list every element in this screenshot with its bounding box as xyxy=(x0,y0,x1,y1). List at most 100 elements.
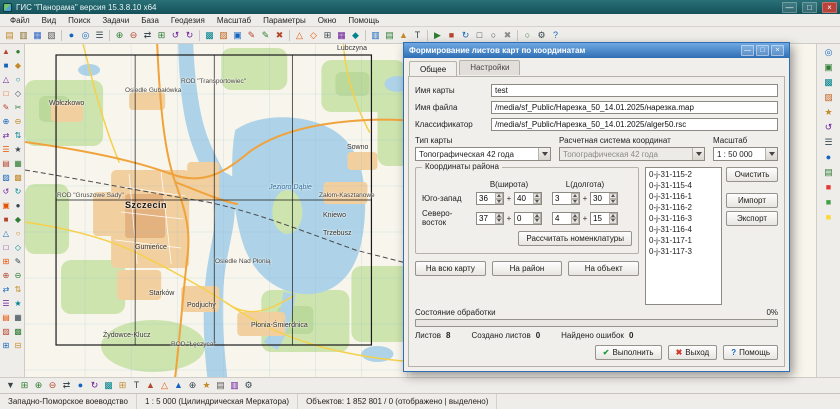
palette-red-icon[interactable]: ■ xyxy=(822,181,835,194)
measure-area-icon[interactable]: ◇ xyxy=(307,29,320,42)
measure-area-tool-icon[interactable]: ◆ xyxy=(12,213,24,226)
region-button[interactable]: На район xyxy=(492,261,563,276)
raster-tool-icon[interactable]: □ xyxy=(0,241,12,254)
clear-selection-icon[interactable]: ✖ xyxy=(501,29,514,42)
chevron-down-icon[interactable] xyxy=(538,148,550,160)
color-tool-icon[interactable]: ⊖ xyxy=(12,269,24,282)
dialog-titlebar[interactable]: Формирование листов карт по координатам … xyxy=(404,43,789,58)
nomenclature-item[interactable]: 0-j-31-116-1 xyxy=(649,191,718,202)
menu-item-параметры[interactable]: Параметры xyxy=(257,15,312,26)
buffer-zone-icon[interactable]: △ xyxy=(0,227,12,240)
print-icon[interactable]: ▧ xyxy=(45,29,58,42)
merge-objects-icon[interactable]: ★ xyxy=(12,143,24,156)
create-object-icon[interactable]: ✎ xyxy=(245,29,258,42)
stop-task-icon[interactable]: ■ xyxy=(445,29,458,42)
snap-mode-icon[interactable]: ▨ xyxy=(0,171,12,184)
zoom-out-icon[interactable]: ⊖ xyxy=(46,379,59,392)
pan-tool-icon[interactable]: ■ xyxy=(0,59,12,72)
attributes-icon[interactable]: ▣ xyxy=(0,199,12,212)
layer-up-icon[interactable]: ⇄ xyxy=(0,283,12,296)
move-object-icon[interactable]: ⇅ xyxy=(12,129,24,142)
chart-icon[interactable]: ▲ xyxy=(397,29,410,42)
measure-mode-icon[interactable]: △ xyxy=(158,379,171,392)
refresh-view-icon[interactable]: ↻ xyxy=(88,379,101,392)
classifier-input[interactable] xyxy=(491,118,778,131)
import-button[interactable]: Импорт xyxy=(726,193,778,208)
create-line-icon[interactable]: ○ xyxy=(12,73,24,86)
spinner-arrows-icon[interactable] xyxy=(571,193,579,204)
menu-item-база[interactable]: База xyxy=(135,15,165,26)
coordinates-icon[interactable]: ⊕ xyxy=(186,379,199,392)
spinner-arrows-icon[interactable] xyxy=(609,213,617,224)
sw-lon-min-spinner[interactable] xyxy=(590,192,618,205)
next-view-icon[interactable]: ↻ xyxy=(183,29,196,42)
tab-general[interactable]: Общее xyxy=(409,61,457,76)
distribute-objects-icon[interactable]: ▩ xyxy=(12,325,24,338)
export-button[interactable]: Экспорт xyxy=(726,211,778,226)
edit-node-icon[interactable]: ✎ xyxy=(0,101,12,114)
ne-lon-deg-spinner[interactable] xyxy=(552,212,580,225)
map-type-select[interactable]: Топографическая 42 года xyxy=(415,147,551,161)
menu-item-окно[interactable]: Окно xyxy=(312,15,343,26)
north-arrow-icon[interactable]: ▲ xyxy=(172,379,185,392)
find-tool-icon[interactable]: ● xyxy=(12,199,24,212)
vector-tool-icon[interactable]: ◇ xyxy=(12,241,24,254)
run-task-icon[interactable]: ▶ xyxy=(431,29,444,42)
tab-settings[interactable]: Настройки xyxy=(459,60,520,75)
ne-lon-min-spinner[interactable] xyxy=(590,212,618,225)
help-button[interactable]: ? Помощь xyxy=(723,345,778,360)
edit-object-icon[interactable]: ✎ xyxy=(259,29,272,42)
delete-object-icon[interactable]: ✖ xyxy=(273,29,286,42)
window-titlebar[interactable]: ГИС "Панорама" версия 15.3.8.10 x64 — □ … xyxy=(0,0,840,14)
lock-object-icon[interactable]: ☰ xyxy=(0,297,12,310)
settings-icon[interactable]: ⚙ xyxy=(535,29,548,42)
ne-lat-min-spinner[interactable] xyxy=(514,212,542,225)
menu-item-файл[interactable]: Файл xyxy=(4,15,36,26)
spinner-arrows-icon[interactable] xyxy=(533,193,541,204)
spinner-arrows-icon[interactable] xyxy=(495,213,503,224)
database-icon[interactable]: ▥ xyxy=(369,29,382,42)
dialog-maximize-button[interactable]: □ xyxy=(756,45,769,56)
object-button[interactable]: На объект xyxy=(568,261,639,276)
grid-toggle-icon[interactable]: ⊞ xyxy=(116,379,129,392)
topology-icon[interactable]: ▩ xyxy=(12,171,24,184)
select-icon[interactable]: ▲ xyxy=(0,45,12,58)
sw-lat-deg-spinner[interactable] xyxy=(476,192,504,205)
pan-icon[interactable]: ⇄ xyxy=(141,29,154,42)
find-object-icon[interactable]: ● xyxy=(65,29,78,42)
undo-icon[interactable]: ↺ xyxy=(0,185,12,198)
execute-button[interactable]: ✔ Выполнить xyxy=(595,345,662,360)
bookmarks-icon[interactable]: ★ xyxy=(822,106,835,119)
spinner-arrows-icon[interactable] xyxy=(571,213,579,224)
scale-select[interactable]: 1 : 50 000 xyxy=(713,147,778,161)
window-maximize-button[interactable]: □ xyxy=(802,2,817,13)
overlay-icon[interactable]: ○ xyxy=(12,227,24,240)
gps-icon[interactable]: ○ xyxy=(521,29,534,42)
menu-item-задачи[interactable]: Задачи xyxy=(96,15,135,26)
prev-view-icon[interactable]: ↺ xyxy=(169,29,182,42)
open-data-icon[interactable]: ▥ xyxy=(17,29,30,42)
nomenclature-item[interactable]: 0-j-31-115-2 xyxy=(649,169,718,180)
search-panel-icon[interactable]: ● xyxy=(822,151,835,164)
find-area-icon[interactable]: ◎ xyxy=(79,29,92,42)
nomenclature-item[interactable]: 0-j-31-116-3 xyxy=(649,213,718,224)
menu-item-геодезия[interactable]: Геодезия xyxy=(165,15,211,26)
menu-item-масштаб[interactable]: Масштаб xyxy=(211,15,257,26)
chevron-down-icon[interactable] xyxy=(765,148,777,160)
view-3d-icon[interactable]: ◆ xyxy=(349,29,362,42)
ungroup-objects-icon[interactable]: ▦ xyxy=(12,311,24,324)
file-name-input[interactable] xyxy=(491,101,778,114)
menu-item-вид[interactable]: Вид xyxy=(36,15,62,26)
navigator-icon[interactable]: ◎ xyxy=(822,46,835,59)
layers-icon[interactable]: ▩ xyxy=(203,29,216,42)
object-card-icon[interactable]: ▣ xyxy=(231,29,244,42)
zoom-in-icon[interactable]: ⊕ xyxy=(32,379,45,392)
create-polygon-icon[interactable]: □ xyxy=(0,87,12,100)
ne-lat-deg-spinner[interactable] xyxy=(476,212,504,225)
measure-length-icon[interactable]: △ xyxy=(293,29,306,42)
dialog-minimize-button[interactable]: — xyxy=(741,45,754,56)
map-name-input[interactable] xyxy=(491,84,778,97)
objects-list-icon[interactable]: ☰ xyxy=(822,136,835,149)
select-circle-icon[interactable]: ○ xyxy=(487,29,500,42)
nomenclature-item[interactable]: 0-j-31-116-2 xyxy=(649,202,718,213)
